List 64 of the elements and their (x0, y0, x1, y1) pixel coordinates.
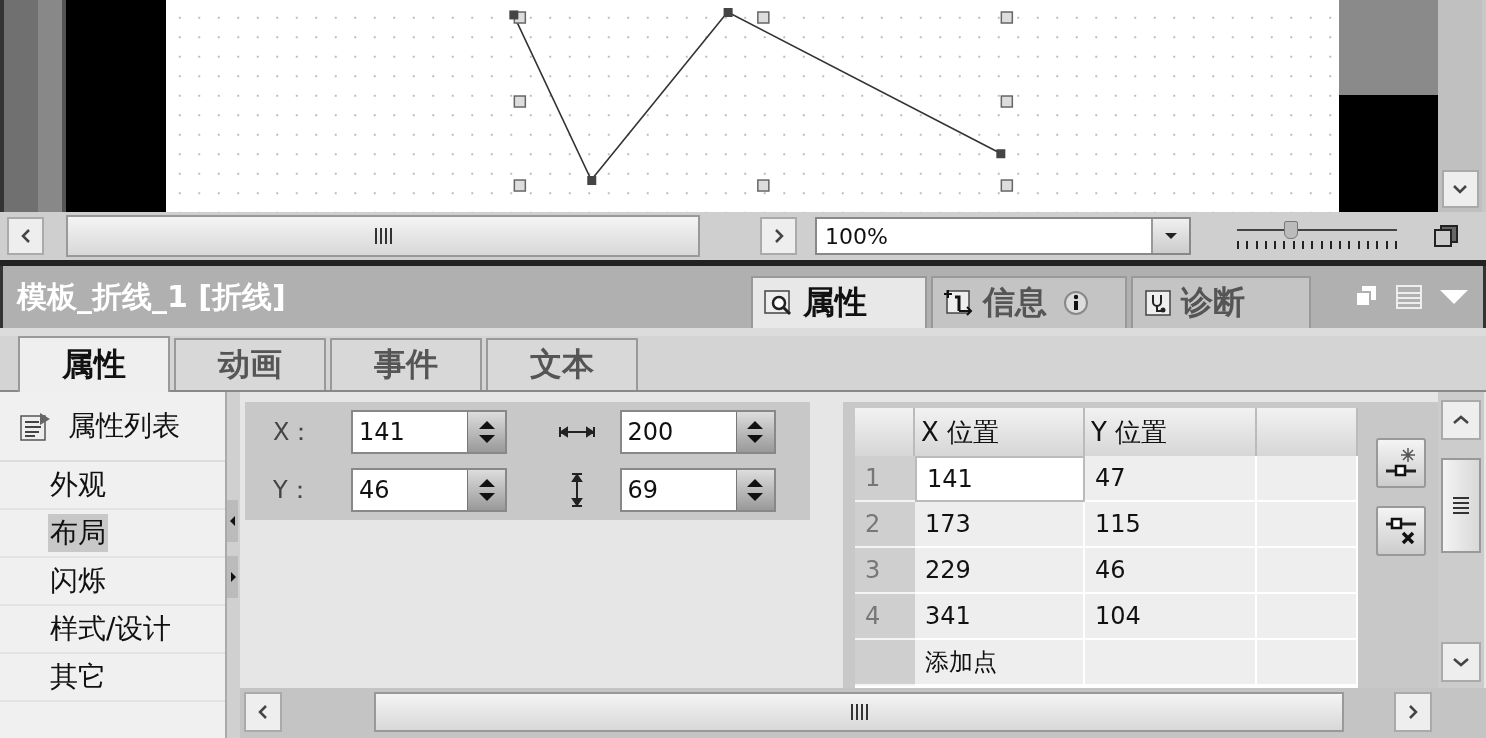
chevron-left-icon (257, 704, 269, 720)
chevron-down-icon (1452, 657, 1470, 667)
height-icon (569, 472, 584, 508)
sidebar-item[interactable]: 布局 (48, 514, 108, 552)
table-cell[interactable]: 141 (915, 456, 1085, 502)
chevron-right-icon (1407, 704, 1419, 720)
table-cell[interactable]: 341 (915, 594, 1085, 640)
row-number: 4 (855, 594, 915, 640)
chevron-down-icon (1452, 184, 1468, 194)
scrollbar-thumb[interactable] (66, 215, 700, 257)
table-cell[interactable]: 229 (915, 548, 1085, 594)
scroll-left-button[interactable] (244, 692, 282, 732)
panel-tab[interactable]: 信息 (931, 276, 1127, 328)
dropdown-caret-icon (1164, 232, 1178, 240)
window-restore-icon[interactable] (1433, 224, 1459, 248)
panel-title: 模板_折线_1 [折线] (15, 277, 287, 316)
row-number: 2 (855, 502, 915, 548)
insert-point-button[interactable] (1376, 438, 1426, 488)
delete-point-button[interactable] (1376, 506, 1426, 556)
tab[interactable]: 文本 (486, 338, 638, 390)
row-number: 3 (855, 548, 915, 594)
chevron-up-icon (1452, 415, 1470, 425)
sidebar-item[interactable]: 闪烁 (48, 562, 108, 600)
stethoscope-icon (1143, 288, 1173, 318)
row-number: 1 (855, 456, 915, 502)
panel-tab[interactable]: 属性 (751, 276, 927, 328)
add-point-cell[interactable]: 添加点 (915, 640, 1085, 686)
collapse-left-button[interactable] (227, 500, 238, 542)
scrollbar-thumb[interactable] (1441, 458, 1481, 553)
table-cell[interactable]: 46 (1085, 548, 1257, 594)
column-header[interactable]: Y 位置 (1085, 408, 1257, 456)
table-cell[interactable]: 115 (1085, 502, 1257, 548)
expand-right-button[interactable] (227, 556, 238, 598)
sidebar-item[interactable]: 外观 (48, 466, 108, 504)
scroll-left-button[interactable] (7, 217, 44, 255)
table-cell[interactable]: 47 (1085, 456, 1257, 502)
width-icon (557, 425, 596, 439)
sidebar-item[interactable]: 样式/设计 (48, 610, 174, 648)
column-header[interactable]: X 位置 (915, 408, 1085, 456)
scroll-up-button[interactable] (1441, 400, 1481, 440)
field-label: X： (272, 417, 315, 448)
scroll-right-button[interactable] (1394, 692, 1432, 732)
scroll-right-button[interactable] (760, 217, 797, 255)
sidebar-item[interactable]: 其它 (48, 658, 108, 696)
scrollbar-thumb[interactable] (374, 692, 1344, 732)
triangle-left-icon (229, 516, 236, 526)
field-label: Y： (272, 475, 313, 506)
tab[interactable]: 动画 (174, 338, 326, 390)
chevron-left-icon (19, 228, 32, 244)
zoom-slider[interactable] (1237, 221, 1397, 251)
tab[interactable]: 属性 (18, 336, 170, 392)
selected-polyline-drawing[interactable] (509, 8, 1014, 192)
scroll-down-button[interactable] (1441, 642, 1481, 682)
zoom-dropdown[interactable]: 100% (815, 217, 1191, 255)
header-cell (855, 408, 915, 456)
tab[interactable]: 事件 (330, 338, 482, 390)
triangle-right-icon (229, 572, 236, 582)
sidebar-header: 属性列表 (68, 408, 180, 444)
table-cell[interactable]: 173 (915, 502, 1085, 548)
table-cell[interactable]: 104 (1085, 594, 1257, 640)
info-icon (1063, 290, 1089, 316)
scroll-down-button[interactable] (1441, 170, 1479, 208)
panel-tab[interactable]: 诊断 (1131, 276, 1311, 328)
chevron-right-icon (772, 228, 785, 244)
